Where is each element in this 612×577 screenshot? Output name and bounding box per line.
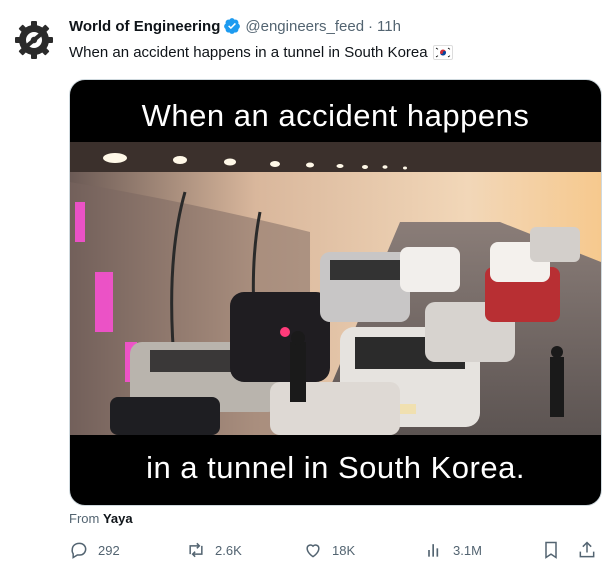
video-media[interactable]: When an accident happens in a tunnel in … <box>69 79 602 506</box>
share-button[interactable] <box>577 540 606 560</box>
repost-icon <box>189 542 203 558</box>
tunnel-scene-image <box>70 142 601 435</box>
from-source-link[interactable]: Yaya <box>103 511 133 526</box>
repost-button[interactable]: 2.6K <box>186 540 242 560</box>
tweet-text-content: When an accident happens in a tunnel in … <box>69 44 428 61</box>
south-korea-flag-icon <box>432 45 453 60</box>
tweet-header: World of Engineering @engineers_feed · 1… <box>69 17 401 35</box>
bookmark-icon <box>545 541 557 559</box>
share-icon <box>579 541 595 558</box>
tweet[interactable]: World of Engineering @engineers_feed · 1… <box>0 0 612 577</box>
like-icon <box>306 544 320 558</box>
action-bar: 292 2.6K 18K 3.1M <box>69 540 600 566</box>
like-count: 18K <box>332 542 356 558</box>
verified-badge-icon <box>223 17 241 35</box>
gear-logo-icon <box>15 21 53 59</box>
timestamp[interactable]: 11h <box>377 18 401 35</box>
tweet-text: When an accident happens in a tunnel in … <box>69 44 453 61</box>
views-icon <box>428 544 439 557</box>
views-button[interactable]: 3.1M <box>424 540 482 560</box>
author-handle[interactable]: @engineers_feed <box>245 18 364 35</box>
video-source: From Yaya <box>69 511 133 526</box>
views-count: 3.1M <box>453 542 482 558</box>
avatar[interactable] <box>12 18 56 62</box>
from-prefix: From <box>69 511 100 526</box>
reply-button[interactable]: 292 <box>69 540 120 560</box>
video-caption-bottom: in a tunnel in South Korea. <box>146 450 525 485</box>
video-caption-top: When an accident happens <box>141 98 530 133</box>
bookmark-button[interactable] <box>541 540 570 560</box>
reply-icon <box>71 542 87 559</box>
like-button[interactable]: 18K <box>303 540 355 560</box>
repost-count: 2.6K <box>215 542 242 558</box>
reply-count: 292 <box>98 542 120 558</box>
separator-dot: · <box>368 17 374 35</box>
author-name[interactable]: World of Engineering <box>69 18 220 35</box>
